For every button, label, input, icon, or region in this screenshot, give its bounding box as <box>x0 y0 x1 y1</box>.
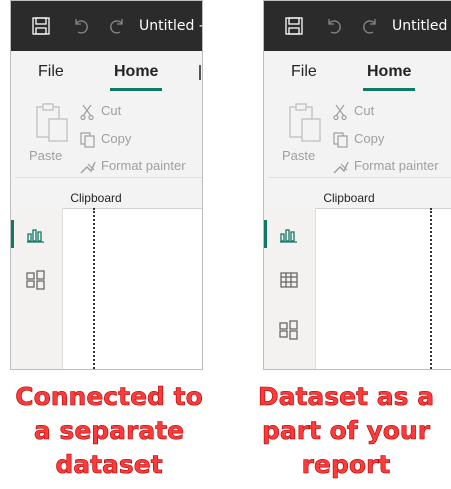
caption-embedded: Dataset as a part of your report <box>246 380 446 482</box>
copy-icon <box>333 131 348 148</box>
cut-button[interactable]: Cut <box>332 103 374 120</box>
active-view-indicator <box>264 220 267 248</box>
active-tab-indicator <box>363 88 416 91</box>
format-painter-label: Format painter <box>101 158 186 173</box>
title-bar: Untitled - <box>264 1 451 51</box>
scissors-icon <box>80 104 94 120</box>
active-tab-indicator <box>110 88 163 91</box>
view-sidebar <box>11 208 63 369</box>
redo-icon[interactable] <box>107 16 127 36</box>
undo-icon[interactable] <box>324 16 344 36</box>
caption-line: part of your <box>261 416 431 446</box>
clipboard-group-label: Clipboard <box>323 191 375 205</box>
format-painter-icon <box>80 161 96 174</box>
save-icon[interactable] <box>284 16 304 36</box>
caption-line: a separate <box>33 416 185 446</box>
model-view-icon[interactable] <box>279 320 299 340</box>
format-painter-icon <box>333 161 349 174</box>
cut-label: Cut <box>101 103 122 118</box>
tab-overflow-edge <box>199 65 201 80</box>
tab-home[interactable]: Home <box>110 63 163 91</box>
format-painter-button[interactable]: Format painter <box>332 158 439 175</box>
paste-icon <box>289 103 321 142</box>
copy-label: Copy <box>354 131 385 146</box>
format-painter-button[interactable]: Format painter <box>79 158 186 175</box>
tab-file[interactable]: File <box>291 63 317 81</box>
group-divider <box>268 177 451 178</box>
powerbi-window-connected: Untitled - File Home Paste Cut Copy Form… <box>10 0 203 370</box>
report-view-icon[interactable] <box>279 224 299 244</box>
window-title: Untitled - <box>392 18 451 34</box>
active-view-indicator <box>11 220 14 248</box>
cut-label: Cut <box>354 103 375 118</box>
paste-button[interactable]: Paste <box>282 148 315 163</box>
tab-file[interactable]: File <box>38 63 64 81</box>
tab-home-label: Home <box>114 63 159 80</box>
caption-line: dataset <box>55 450 163 480</box>
caption-line: Dataset as a <box>257 382 435 412</box>
group-divider <box>15 177 202 178</box>
caption-connected: Connected to a separate dataset <box>14 380 204 482</box>
scissors-icon <box>333 104 347 120</box>
tab-home-label: Home <box>367 63 412 80</box>
copy-button[interactable]: Copy <box>79 131 131 148</box>
paste-icon <box>36 103 68 142</box>
cut-button[interactable]: Cut <box>79 103 121 120</box>
powerbi-window-embedded: Untitled - File Home Paste Cut Copy Form… <box>263 0 451 370</box>
title-bar: Untitled - <box>11 1 202 51</box>
data-view-icon[interactable] <box>279 270 299 290</box>
model-view-icon[interactable] <box>26 270 46 290</box>
window-title: Untitled - <box>139 18 203 34</box>
caption-line: Connected to <box>15 382 203 412</box>
copy-button[interactable]: Copy <box>332 131 384 148</box>
undo-icon[interactable] <box>71 16 91 36</box>
report-canvas-edge <box>93 208 95 369</box>
ribbon: File Home Paste Cut Copy Format painter … <box>11 51 202 209</box>
clipboard-group-label: Clipboard <box>70 191 122 205</box>
view-sidebar <box>264 208 316 369</box>
redo-icon[interactable] <box>360 16 380 36</box>
ribbon: File Home Paste Cut Copy Format painter … <box>264 51 451 209</box>
report-canvas-edge <box>430 208 432 369</box>
paste-button[interactable]: Paste <box>29 148 62 163</box>
copy-icon <box>80 131 95 148</box>
caption-line: report <box>301 450 391 480</box>
report-view-icon[interactable] <box>26 224 46 244</box>
save-icon[interactable] <box>31 16 51 36</box>
format-painter-label: Format painter <box>354 158 439 173</box>
tab-home[interactable]: Home <box>363 63 416 91</box>
copy-label: Copy <box>101 131 132 146</box>
